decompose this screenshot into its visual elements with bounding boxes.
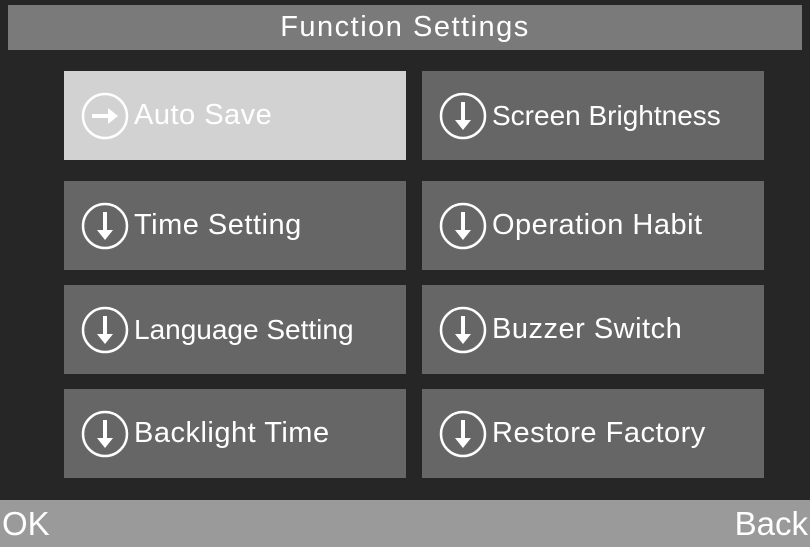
function-settings-screen: Function Settings Auto Save Screen Brigh… bbox=[0, 0, 810, 547]
menu-item-auto-save[interactable]: Auto Save bbox=[64, 71, 406, 160]
menu-item-label: Backlight Time bbox=[134, 417, 330, 449]
menu-item-language-setting[interactable]: Language Setting bbox=[64, 285, 406, 374]
arrow-down-circle-icon bbox=[438, 201, 488, 251]
menu-item-label: Time Setting bbox=[134, 209, 302, 241]
softkey-bar: OK Back bbox=[0, 500, 810, 547]
page-title: Function Settings bbox=[8, 5, 802, 50]
arrow-down-circle-icon bbox=[80, 305, 130, 355]
menu-item-time-setting[interactable]: Time Setting bbox=[64, 181, 406, 270]
arrow-right-circle-icon bbox=[80, 91, 130, 141]
ok-button[interactable]: OK bbox=[2, 500, 50, 547]
arrow-down-circle-icon bbox=[438, 91, 488, 141]
menu-item-operation-habit[interactable]: Operation Habit bbox=[422, 181, 764, 270]
menu-item-restore-factory[interactable]: Restore Factory bbox=[422, 389, 764, 478]
menu-item-buzzer-switch[interactable]: Buzzer Switch bbox=[422, 285, 764, 374]
back-button[interactable]: Back bbox=[735, 500, 808, 547]
menu-item-screen-brightness[interactable]: Screen Brightness bbox=[422, 71, 764, 160]
menu-item-label: Buzzer Switch bbox=[492, 313, 683, 345]
menu-item-label: Restore Factory bbox=[492, 417, 706, 449]
menu-item-label: Language Setting bbox=[134, 313, 354, 345]
menu-item-label: Operation Habit bbox=[492, 209, 703, 241]
arrow-down-circle-icon bbox=[80, 409, 130, 459]
arrow-down-circle-icon bbox=[438, 305, 488, 355]
arrow-down-circle-icon bbox=[438, 409, 488, 459]
arrow-down-circle-icon bbox=[80, 201, 130, 251]
menu-item-backlight-time[interactable]: Backlight Time bbox=[64, 389, 406, 478]
menu-item-label: Screen Brightness bbox=[492, 99, 721, 131]
menu-item-label: Auto Save bbox=[134, 99, 273, 131]
